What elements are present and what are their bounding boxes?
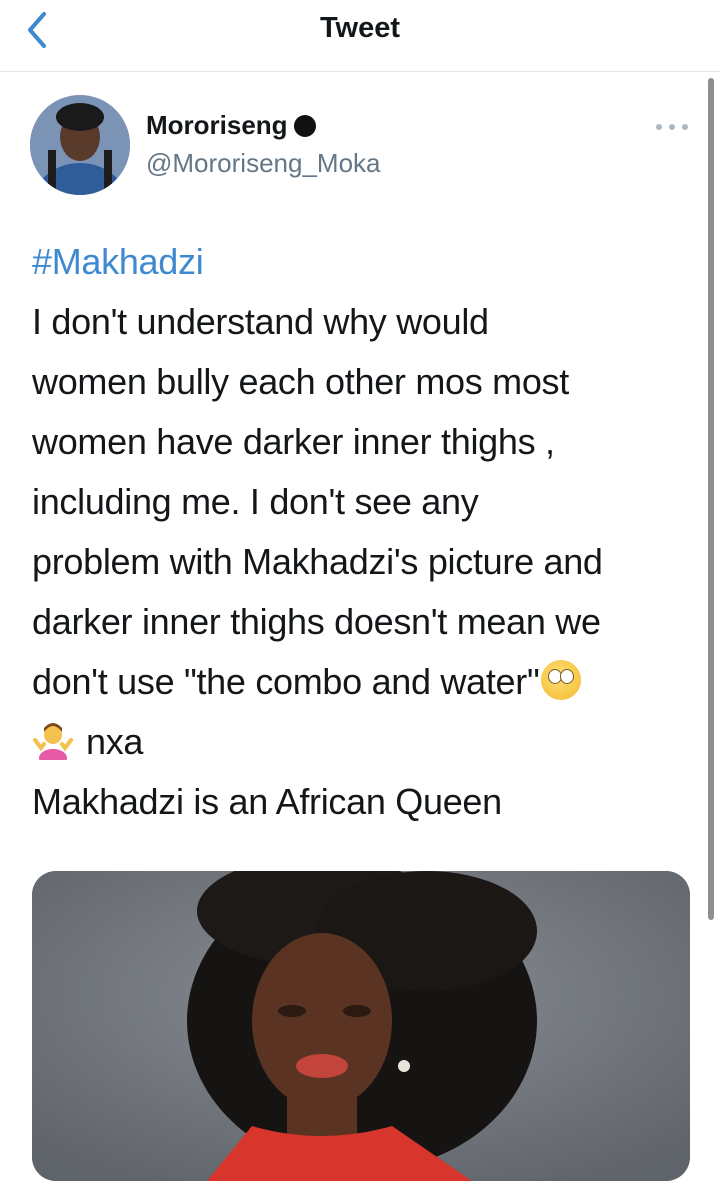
tweet-line: Makhadzi is an African Queen [32,781,502,822]
tweet-line: darker inner thighs doesn't mean we [32,601,601,642]
face-with-rolling-eyes-icon [541,660,582,700]
avatar[interactable] [30,95,130,195]
tweet-line: women have darker inner thighs , [32,421,555,462]
tweet-line: nxa [86,721,144,762]
display-name-text: Mororiseng [146,110,288,140]
page-title: Tweet [319,12,401,44]
tweet-line: women bully each other mos most [32,361,569,402]
author-display-name[interactable]: Mororiseng [146,110,316,141]
avatar-image [30,95,130,195]
person-shrugging-icon [33,723,73,760]
tweet-line: problem with Makhadzi's picture and [32,541,603,582]
tweet-line: I don't understand why would [32,301,489,342]
author-handle[interactable]: @Mororiseng_Moka [146,148,380,179]
dot-icon [656,124,662,130]
tweet-text: #Makhadzi I don't understand why would w… [32,232,702,832]
more-options-button[interactable] [656,115,688,139]
portrait-photo [32,871,690,1181]
hashtag-link[interactable]: #Makhadzi [32,241,204,282]
tweet-media-image[interactable] [32,871,690,1181]
dot-icon [669,124,675,130]
tweet-line: including me. I don't see any [32,481,479,522]
dot-icon [682,124,688,130]
tweet-line: don't use "the combo and water" [32,661,540,702]
black-circle-icon [293,114,316,137]
top-navigation-bar: Tweet [0,0,720,72]
scrollbar[interactable] [708,78,714,920]
